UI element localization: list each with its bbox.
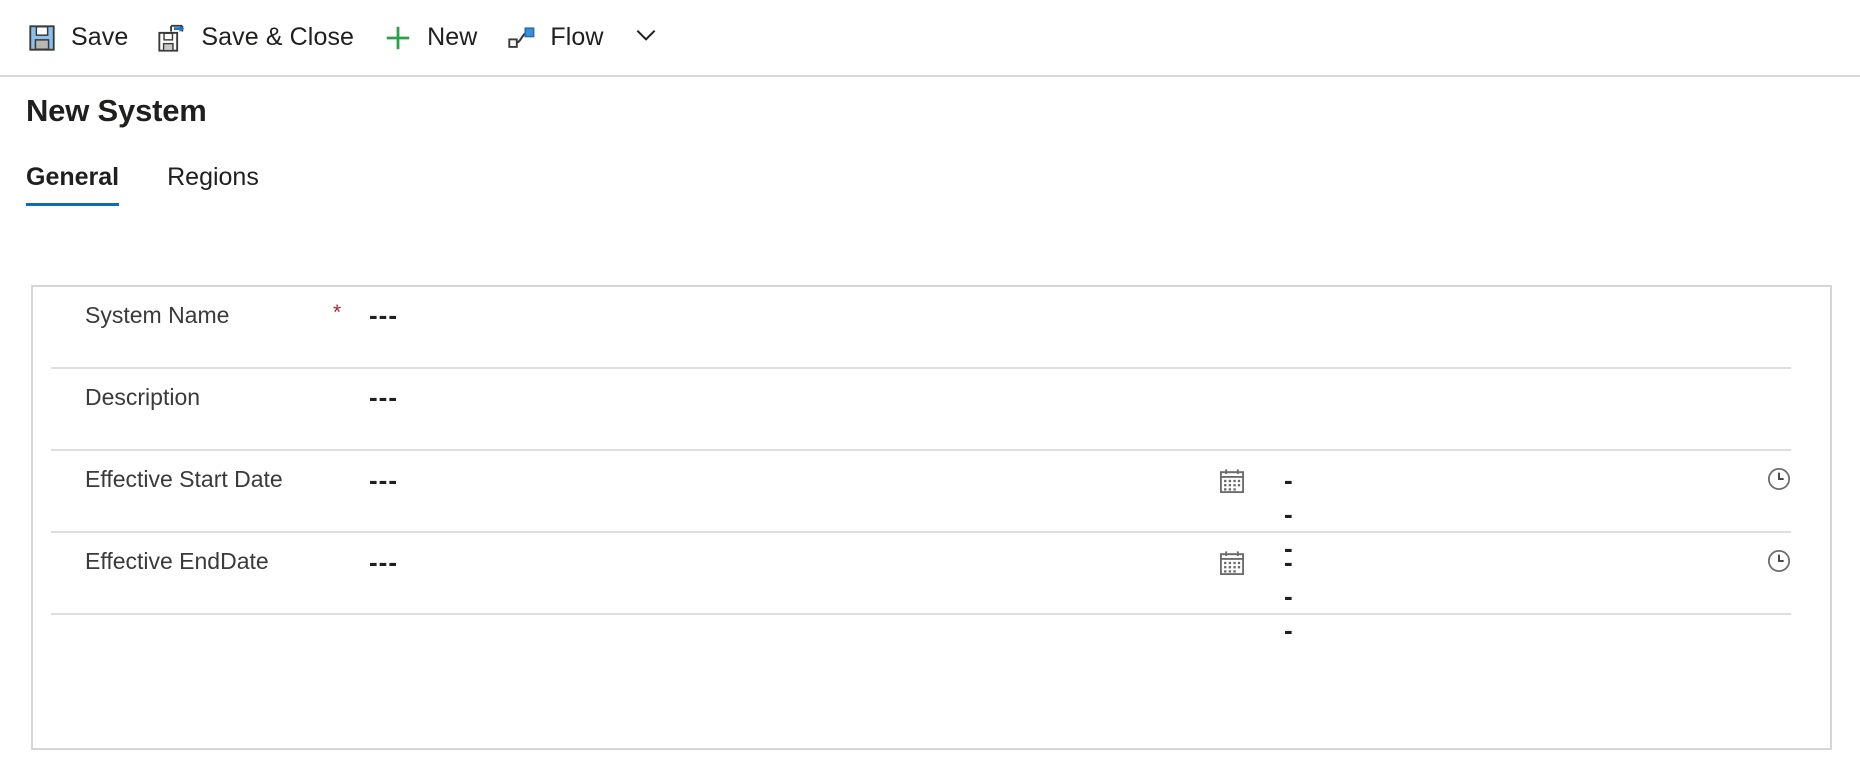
effective-start-date-calendar-button[interactable] [1215,466,1249,500]
effective-start-date-input[interactable]: --- [369,463,398,497]
form-row-description: Description --- [33,369,1830,451]
new-button[interactable]: New [368,9,491,67]
effective-start-date-label: Effective Start Date [85,466,283,492]
tab-general[interactable]: General [26,163,120,206]
new-button-label: New [427,23,478,51]
effective-start-date-group: --- --- [367,462,1791,563]
system-name-label: System Name [85,302,230,328]
save-icon [26,22,58,54]
clock-icon [1765,465,1793,498]
effective-start-time-clock-button[interactable] [1762,464,1796,498]
page-title: New System [26,93,207,128]
flow-button[interactable]: Flow [491,9,617,67]
save-and-close-icon [156,22,188,54]
effective-end-time-input[interactable]: --- [1284,545,1294,647]
tab-regions[interactable]: Regions [167,163,259,206]
description-input[interactable]: --- [369,380,398,414]
form-row-system-name: System Name * --- [33,287,1830,369]
effective-end-date-group: --- --- [367,544,1791,645]
form-row-effective-end-date: Effective EndDate --- --- [33,533,1830,645]
form-panel: System Name * --- Description --- Effect… [31,285,1832,750]
system-name-input[interactable]: --- [369,298,398,332]
effective-end-date-input[interactable]: --- [369,545,398,579]
save-and-close-button[interactable]: Save & Close [142,9,368,67]
effective-end-date-label: Effective EndDate [85,548,269,574]
effective-end-time-clock-button[interactable] [1762,546,1796,580]
calendar-icon [1218,467,1246,500]
tab-strip: General Regions [26,163,307,206]
clock-icon [1765,547,1793,580]
flow-icon [505,22,537,54]
description-label: Description [85,384,201,410]
row-divider [51,613,1791,615]
calendar-icon [1218,549,1246,582]
system-name-required-marker: * [333,301,342,324]
command-bar-overflow-button[interactable] [622,9,670,67]
form-panel-bottom-spacer [33,615,1830,681]
save-button[interactable]: Save [12,9,142,67]
effective-end-date-calendar-button[interactable] [1215,548,1249,582]
save-button-label: Save [71,23,129,51]
command-bar: Save Save & Close New Flow [0,0,1860,77]
save-and-close-button-label: Save & Close [201,23,355,51]
flow-button-label: Flow [550,23,604,51]
form-row-effective-start-date: Effective Start Date --- --- [33,451,1830,563]
plus-icon [382,22,414,54]
chevron-down-icon [633,22,659,53]
